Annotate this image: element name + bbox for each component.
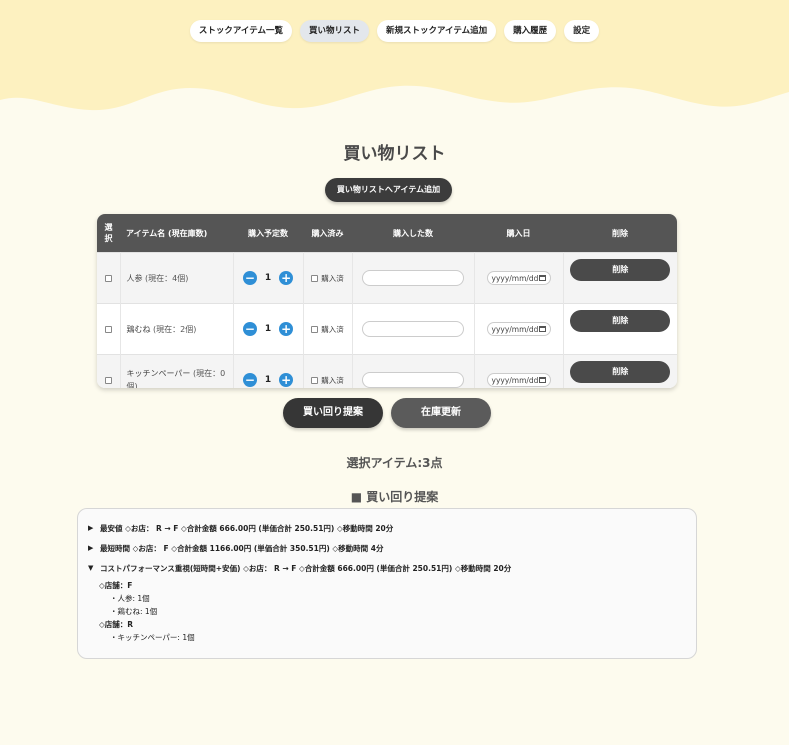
route-option-text: 最安値 ◇お店： R → F ◇合計金額 666.00円 (単価合計 250.5… [100,523,394,533]
purchase-date-input[interactable]: yyyy/mm/dd [486,373,551,387]
item-name-cell: 人参 (現在：4個) [120,252,234,304]
expand-arrow-icon: ▶ [88,544,94,552]
plus-button[interactable]: + [279,271,294,285]
route-suggest-button[interactable]: 買い回り提案 [283,398,383,428]
quantity-stepper: −1 + [238,373,299,387]
purchase-date-input[interactable]: yyyy/mm/dd [486,322,551,336]
minus-button[interactable]: − [242,373,257,387]
nav-add-stock-item[interactable]: 新規ストックアイテム追加 [376,20,497,42]
top-nav: ストックアイテム一覧 買い物リスト 新規ストックアイテム追加 購入履歴 設定 [0,20,789,42]
route-option-cost-performance[interactable]: ▼ コストパフォーマンス重視(短時間+安価) ◇お店： R → F ◇合計金額 … [88,558,686,578]
item-stock: (現在：4個) [145,273,189,283]
route-option-text: 最短時間 ◇お店： F ◇合計金額 1166.00円 (単価合計 350.51円… [100,543,384,553]
store-item: ・鶏むね: 1個 [110,607,158,616]
table-row: 人参 (現在：4個) −1 + 購入済 yyyy/mm/dd 削除 [97,252,677,304]
purchased-label: 購入済 [321,324,344,334]
header-purchased: 購入済み [303,214,352,253]
item-name: 鶏むね [126,324,151,334]
shopping-table: 選択 アイテム名 (現在庫数) 購入予定数 購入済み 購入した数 購入日 削除 … [97,214,677,388]
plus-button[interactable]: + [279,373,294,387]
delete-button[interactable]: 削除 [570,310,671,332]
date-placeholder: yyyy/mm/dd [491,324,539,334]
purchase-date-input[interactable]: yyyy/mm/dd [486,271,551,285]
delete-button[interactable]: 削除 [570,259,671,281]
bought-qty-input[interactable] [362,270,464,286]
page-title: 買い物リスト [343,144,446,164]
date-placeholder: yyyy/mm/dd [491,375,539,385]
calendar-icon[interactable] [538,377,546,383]
purchased-checkbox[interactable] [311,376,319,384]
nav-stock-list[interactable]: ストックアイテム一覧 [189,20,292,42]
nav-purchase-history[interactable]: 購入履歴 [504,20,557,42]
minus-button[interactable]: − [242,322,257,336]
collapse-arrow-icon: ▼ [88,564,94,572]
header-planned-qty: 購入予定数 [233,214,303,253]
nav-settings[interactable]: 設定 [564,20,600,42]
quantity-stepper: −1 + [238,271,299,285]
select-checkbox[interactable] [104,376,112,384]
purchased-checkbox[interactable] [311,274,319,282]
route-option-text: コストパフォーマンス重視(短時間+安価) ◇お店： R → F ◇合計金額 66… [100,563,512,573]
purchased-label: 購入済 [321,273,344,283]
purchased-label: 購入済 [321,375,344,385]
bought-qty-input[interactable] [362,321,464,337]
table-header-row: 選択 アイテム名 (現在庫数) 購入予定数 購入済み 購入した数 購入日 削除 [97,214,677,253]
header-bought-qty: 購入した数 [352,214,474,253]
item-name: キッチンペーパー [126,369,191,378]
table-row: キッチンペーパー (現在：0個) −1 + 購入済 yyyy/mm/dd 削除 [97,354,677,388]
calendar-icon[interactable] [538,326,546,332]
store-item: ・キッチンペーパー: 1個 [110,633,195,642]
expand-arrow-icon: ▶ [88,524,94,532]
item-stock: (現在：2個) [153,324,197,334]
item-name-cell: 鶏むね (現在：2個) [120,303,234,355]
header-select: 選択 [97,214,120,253]
select-checkbox[interactable] [104,274,112,282]
header-wave [0,0,789,111]
route-section-title: ■ 買い回り提案 [350,490,439,504]
route-option-cheapest[interactable]: ▶ 最安値 ◇お店： R → F ◇合計金額 666.00円 (単価合計 250… [88,518,686,538]
header-item-name: アイテム名 (現在庫数) [120,214,233,253]
select-checkbox[interactable] [104,325,112,333]
quantity-value: 1 [264,375,272,385]
store-heading: ◇店舗：R [99,620,134,629]
route-suggestions: ▶ 最安値 ◇お店： R → F ◇合計金額 666.00円 (単価合計 250… [77,508,697,659]
calendar-icon[interactable] [538,275,546,281]
minus-button[interactable]: − [242,271,257,285]
plus-button[interactable]: + [279,322,294,336]
route-option-fastest[interactable]: ▶ 最短時間 ◇お店： F ◇合計金額 1166.00円 (単価合計 350.5… [88,538,686,558]
table-row: 鶏むね (現在：2個) −1 + 購入済 yyyy/mm/dd 削除 [97,303,677,355]
bought-qty-input[interactable] [362,372,464,388]
quantity-value: 1 [264,273,272,283]
item-name: 人参 [126,273,143,283]
header-purchase-date: 購入日 [474,214,563,253]
store-heading: ◇店舗：F [99,581,133,590]
header-delete: 削除 [563,214,677,253]
nav-shopping-list[interactable]: 買い物リスト [299,20,369,42]
quantity-stepper: −1 + [238,322,299,336]
purchased-checkbox[interactable] [311,325,319,333]
selected-count: 選択アイテム:3点 [346,456,443,470]
route-detail: ◇店舗：F ・人参: 1個 ・鶏むね: 1個 ◇店舗：R ・キッチンペーパー: … [88,579,686,644]
add-item-button[interactable]: 買い物リストへアイテム追加 [325,178,452,202]
date-placeholder: yyyy/mm/dd [491,273,539,283]
store-item: ・人参: 1個 [110,594,150,603]
stock-update-button[interactable]: 在庫更新 [391,398,491,428]
item-name-cell: キッチンペーパー (現在：0個) [120,354,234,388]
delete-button[interactable]: 削除 [570,361,671,383]
quantity-value: 1 [264,324,272,334]
